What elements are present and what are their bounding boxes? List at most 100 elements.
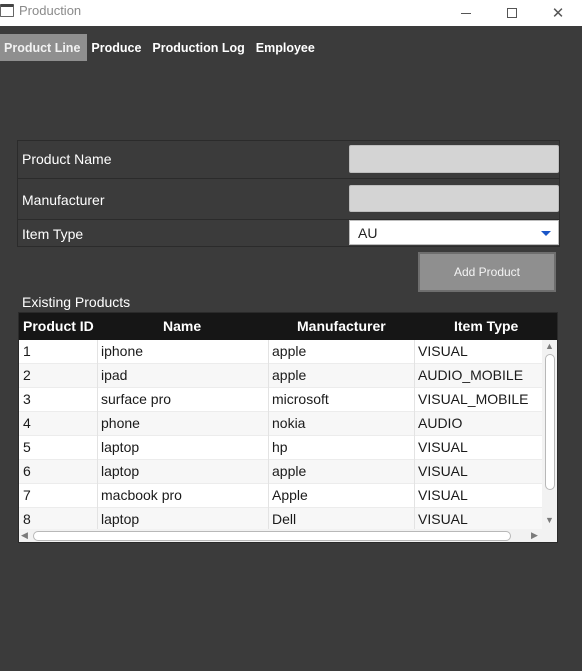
products-table[interactable]: Product ID Name Manufacturer Item Type 1…	[18, 312, 558, 543]
name-cell: laptop	[101, 511, 140, 527]
scroll-right-icon[interactable]: ▶	[531, 530, 538, 541]
product-id-cell: 2	[23, 367, 31, 383]
column-divider	[268, 340, 269, 364]
column-divider	[414, 340, 415, 364]
item-type-select[interactable]: AU	[349, 220, 559, 245]
column-divider	[268, 364, 269, 388]
manufacturer-cell: apple	[272, 367, 307, 383]
item-type-cell: VISUAL	[418, 439, 468, 455]
column-header-product-id[interactable]: Product ID	[23, 318, 94, 334]
product-name-input[interactable]	[349, 145, 559, 173]
minimize-icon	[461, 12, 471, 14]
name-cell: macbook pro	[101, 487, 182, 503]
close-button[interactable]: ✕	[535, 0, 581, 26]
horizontal-scroll-thumb[interactable]	[33, 531, 511, 541]
table-row[interactable]: 5 laptop hp VISUAL	[19, 436, 542, 460]
column-divider	[97, 340, 98, 364]
name-cell: laptop	[101, 463, 140, 479]
tab-product-line[interactable]: Product Line	[0, 34, 88, 61]
column-header-name[interactable]: Name	[163, 318, 201, 334]
minimize-button[interactable]	[443, 0, 489, 26]
product-id-cell: 3	[23, 391, 31, 407]
product-id-cell: 7	[23, 487, 31, 503]
column-header-manufacturer[interactable]: Manufacturer	[297, 318, 386, 334]
item-type-row: Item Type AU	[18, 220, 559, 246]
column-divider	[268, 460, 269, 484]
manufacturer-input[interactable]	[349, 185, 559, 212]
column-divider	[268, 508, 269, 529]
column-divider	[414, 484, 415, 508]
manufacturer-cell: apple	[272, 343, 307, 359]
product-form: Product Name Manufacturer Item Type AU	[17, 140, 560, 247]
column-divider	[414, 364, 415, 388]
table-row[interactable]: 4 phone nokia AUDIO	[19, 412, 542, 436]
item-type-cell: VISUAL	[418, 343, 468, 359]
table-row[interactable]: 7 macbook pro Apple VISUAL	[19, 484, 542, 508]
vertical-scrollbar[interactable]: ▲ ▼	[542, 340, 557, 530]
name-cell: ipad	[101, 367, 128, 383]
product-id-cell: 5	[23, 439, 31, 455]
column-divider	[268, 436, 269, 460]
table-row[interactable]: 3 surface pro microsoft VISUAL_MOBILE	[19, 388, 542, 412]
table-body: 1 iphone apple VISUAL 2 ipad apple AUDIO…	[19, 340, 542, 529]
manufacturer-row: Manufacturer	[18, 179, 559, 220]
manufacturer-cell: apple	[272, 463, 307, 479]
scrollbar-corner	[542, 529, 557, 542]
table-header: Product ID Name Manufacturer Item Type	[19, 313, 557, 340]
name-cell: phone	[101, 415, 140, 431]
column-divider	[97, 388, 98, 412]
column-divider	[268, 388, 269, 412]
scroll-up-icon[interactable]: ▲	[545, 341, 554, 351]
table-row[interactable]: 2 ipad apple AUDIO_MOBILE	[19, 364, 542, 388]
window-icon	[0, 4, 14, 17]
item-type-label: Item Type	[22, 226, 84, 242]
column-divider	[414, 412, 415, 436]
item-type-cell: VISUAL	[418, 487, 468, 503]
manufacturer-cell: hp	[272, 439, 288, 455]
item-type-value: AU	[358, 225, 378, 241]
tab-production-log[interactable]: Production Log	[148, 34, 251, 61]
item-type-cell: VISUAL_MOBILE	[418, 391, 529, 407]
table-row[interactable]: 1 iphone apple VISUAL	[19, 340, 542, 364]
column-divider	[414, 460, 415, 484]
manufacturer-label: Manufacturer	[22, 192, 105, 208]
column-divider	[97, 484, 98, 508]
scroll-left-icon[interactable]: ◀	[21, 530, 28, 541]
horizontal-scrollbar[interactable]: ◀ ▶	[19, 529, 542, 542]
table-row[interactable]: 8 laptop Dell VISUAL	[19, 508, 542, 529]
vertical-scroll-thumb[interactable]	[545, 354, 555, 490]
column-divider	[414, 436, 415, 460]
maximize-button[interactable]	[489, 0, 535, 26]
add-product-button[interactable]: Add Product	[418, 252, 556, 292]
column-divider	[97, 364, 98, 388]
column-divider	[414, 388, 415, 412]
item-type-cell: VISUAL	[418, 463, 468, 479]
tab-employee[interactable]: Employee	[252, 34, 322, 61]
maximize-icon	[507, 8, 517, 18]
column-divider	[268, 484, 269, 508]
product-name-label: Product Name	[22, 151, 112, 167]
product-id-cell: 6	[23, 463, 31, 479]
column-divider	[414, 508, 415, 529]
manufacturer-cell: Apple	[272, 487, 308, 503]
column-divider	[97, 508, 98, 529]
table-row[interactable]: 6 laptop apple VISUAL	[19, 460, 542, 484]
manufacturer-cell: Dell	[272, 511, 297, 527]
name-cell: surface pro	[101, 391, 172, 407]
item-type-cell: AUDIO	[418, 415, 463, 431]
column-header-item-type[interactable]: Item Type	[454, 318, 518, 334]
column-divider	[268, 412, 269, 436]
column-divider	[97, 436, 98, 460]
tab-produce[interactable]: Produce	[87, 34, 148, 61]
product-id-cell: 8	[23, 511, 31, 527]
manufacturer-cell: microsoft	[272, 391, 329, 407]
column-divider	[97, 412, 98, 436]
scroll-down-icon[interactable]: ▼	[545, 515, 554, 525]
window-title: Production	[19, 3, 82, 18]
item-type-cell: VISUAL	[418, 511, 468, 527]
product-name-row: Product Name	[18, 141, 559, 179]
existing-products-label: Existing Products	[22, 294, 131, 310]
close-icon: ✕	[551, 5, 565, 22]
tab-bar: Product Line Produce Production Log Empl…	[0, 34, 322, 61]
name-cell: laptop	[101, 439, 140, 455]
